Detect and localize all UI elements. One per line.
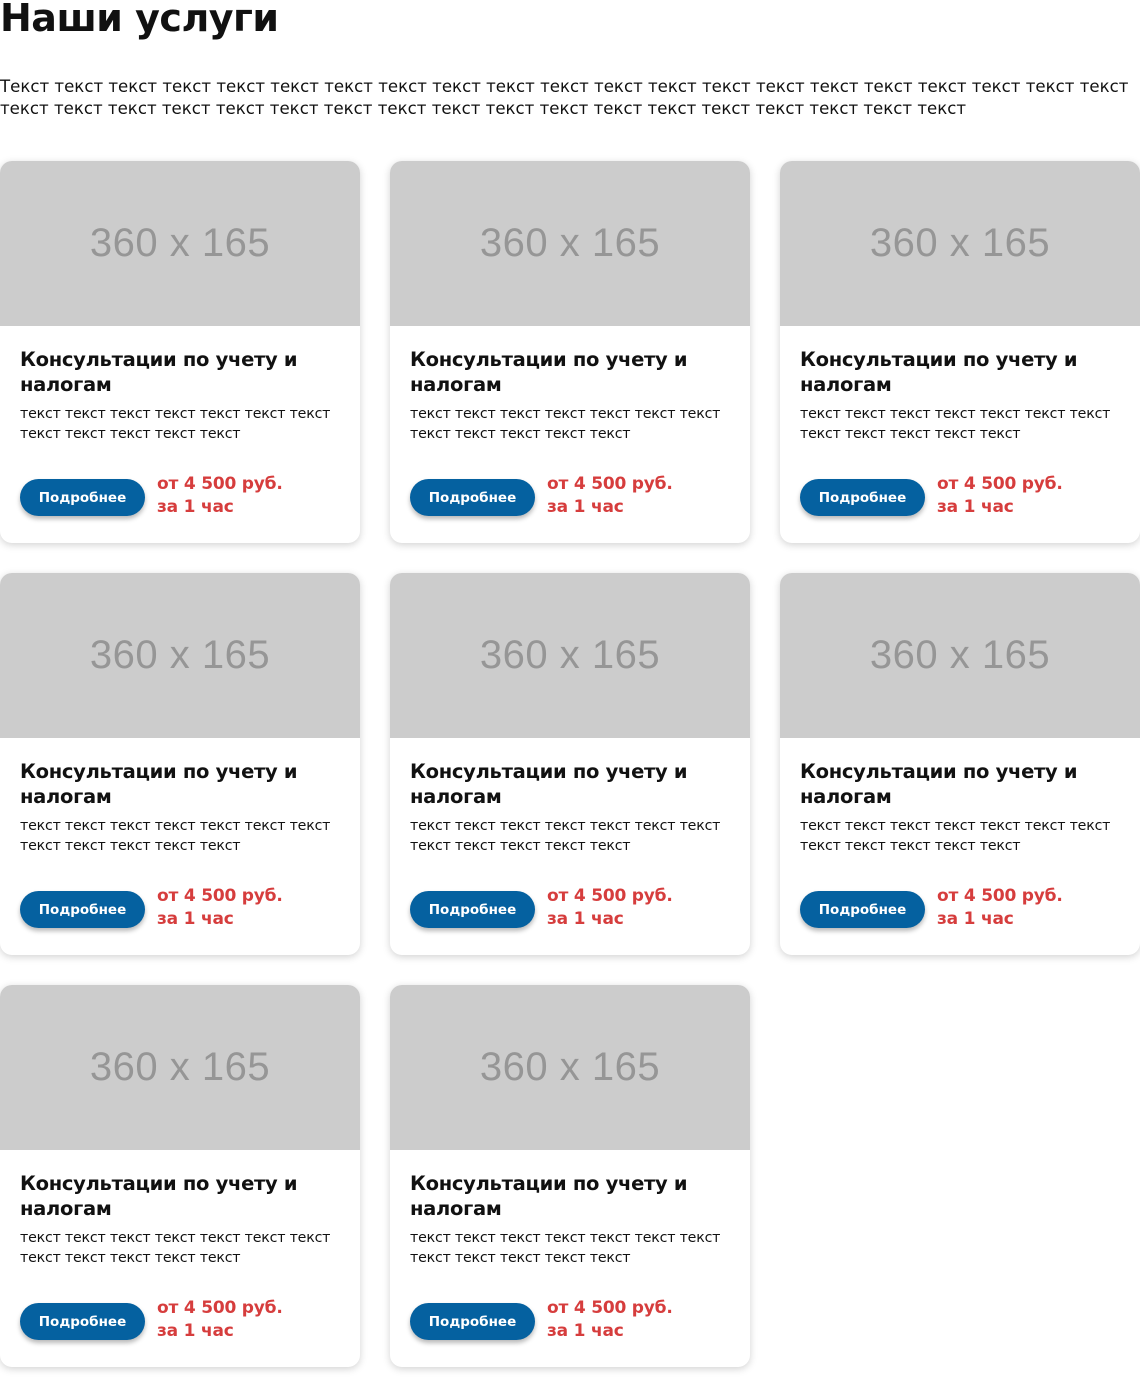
service-card: 360 x 165 Консультации по учету и налога…	[390, 161, 750, 543]
card-price: от 4 500 руб. за 1 час	[937, 885, 1127, 931]
image-size-label: 360 x 165	[89, 1045, 271, 1089]
card-text: текст текст текст текст текст текст текс…	[800, 818, 1111, 854]
service-card: 360 x 165 Консультации по учету и налога…	[0, 161, 360, 543]
image-size-label: 360 x 165	[89, 221, 271, 265]
price-amount: от 4 500 руб.	[937, 886, 1063, 906]
price-amount: от 4 500 руб.	[547, 886, 673, 906]
price-unit: за 1 час	[937, 497, 1014, 517]
page-title: Наши услуги	[0, 0, 279, 40]
card-image-placeholder: 360 x 165	[390, 161, 750, 326]
card-price: от 4 500 руб. за 1 час	[547, 1297, 737, 1343]
card-image-placeholder: 360 x 165	[0, 573, 360, 738]
price-unit: за 1 час	[547, 1321, 624, 1341]
card-title: Консультации по учету и налогам	[410, 760, 688, 808]
card-image-placeholder: 360 x 165	[390, 985, 750, 1150]
card-text: текст текст текст текст текст текст текс…	[20, 818, 331, 854]
price-amount: от 4 500 руб.	[157, 474, 283, 494]
card-text: текст текст текст текст текст текст текс…	[410, 1230, 721, 1266]
card-title: Консультации по учету и налогам	[800, 760, 1078, 808]
price-unit: за 1 час	[547, 497, 624, 517]
price-unit: за 1 час	[547, 909, 624, 929]
card-image-placeholder: 360 x 165	[390, 573, 750, 738]
service-card: 360 x 165 Консультации по учету и налога…	[390, 985, 750, 1367]
details-button[interactable]: Подробнее	[410, 479, 535, 516]
card-text: текст текст текст текст текст текст текс…	[410, 406, 721, 442]
service-card: 360 x 165 Консультации по учету и налога…	[780, 161, 1140, 543]
image-size-label: 360 x 165	[869, 633, 1051, 677]
image-size-label: 360 x 165	[869, 221, 1051, 265]
service-card: 360 x 165 Консультации по учету и налога…	[0, 985, 360, 1367]
card-price: от 4 500 руб. за 1 час	[547, 473, 737, 519]
details-button[interactable]: Подробнее	[800, 479, 925, 516]
card-text: текст текст текст текст текст текст текс…	[410, 818, 721, 854]
details-button[interactable]: Подробнее	[20, 1303, 145, 1340]
card-image-placeholder: 360 x 165	[0, 985, 360, 1150]
services-grid: 360 x 165 Консультации по учету и налога…	[0, 161, 1140, 1367]
card-price: от 4 500 руб. за 1 час	[157, 473, 347, 519]
card-image-placeholder: 360 x 165	[780, 161, 1140, 326]
card-title: Консультации по учету и налогам	[20, 1172, 298, 1220]
image-size-label: 360 x 165	[89, 633, 271, 677]
price-unit: за 1 час	[937, 909, 1014, 929]
service-card: 360 x 165 Консультации по учету и налога…	[0, 573, 360, 955]
card-title: Консультации по учету и налогам	[800, 348, 1078, 396]
price-amount: от 4 500 руб.	[937, 474, 1063, 494]
intro-text: Текст текст текст текст текст текст текс…	[0, 77, 1129, 118]
card-text: текст текст текст текст текст текст текс…	[20, 1230, 331, 1266]
image-size-label: 360 x 165	[479, 633, 661, 677]
card-image-placeholder: 360 x 165	[0, 161, 360, 326]
card-price: от 4 500 руб. за 1 час	[937, 473, 1127, 519]
card-price: от 4 500 руб. за 1 час	[157, 1297, 347, 1343]
details-button[interactable]: Подробнее	[410, 891, 535, 928]
price-amount: от 4 500 руб.	[157, 886, 283, 906]
card-title: Консультации по учету и налогам	[20, 348, 298, 396]
card-price: от 4 500 руб. за 1 час	[547, 885, 737, 931]
image-size-label: 360 x 165	[479, 1045, 661, 1089]
details-button[interactable]: Подробнее	[410, 1303, 535, 1340]
price-amount: от 4 500 руб.	[157, 1298, 283, 1318]
card-title: Консультации по учету и налогам	[20, 760, 298, 808]
price-unit: за 1 час	[157, 909, 234, 929]
details-button[interactable]: Подробнее	[800, 891, 925, 928]
card-text: текст текст текст текст текст текст текс…	[20, 406, 331, 442]
details-button[interactable]: Подробнее	[20, 891, 145, 928]
price-unit: за 1 час	[157, 497, 234, 517]
price-amount: от 4 500 руб.	[547, 474, 673, 494]
service-card: 360 x 165 Консультации по учету и налога…	[780, 573, 1140, 955]
price-amount: от 4 500 руб.	[547, 1298, 673, 1318]
image-size-label: 360 x 165	[479, 221, 661, 265]
card-title: Консультации по учету и налогам	[410, 348, 688, 396]
card-image-placeholder: 360 x 165	[780, 573, 1140, 738]
card-text: текст текст текст текст текст текст текс…	[800, 406, 1111, 442]
service-card: 360 x 165 Консультации по учету и налога…	[390, 573, 750, 955]
details-button[interactable]: Подробнее	[20, 479, 145, 516]
card-price: от 4 500 руб. за 1 час	[157, 885, 347, 931]
card-title: Консультации по учету и налогам	[410, 1172, 688, 1220]
price-unit: за 1 час	[157, 1321, 234, 1341]
